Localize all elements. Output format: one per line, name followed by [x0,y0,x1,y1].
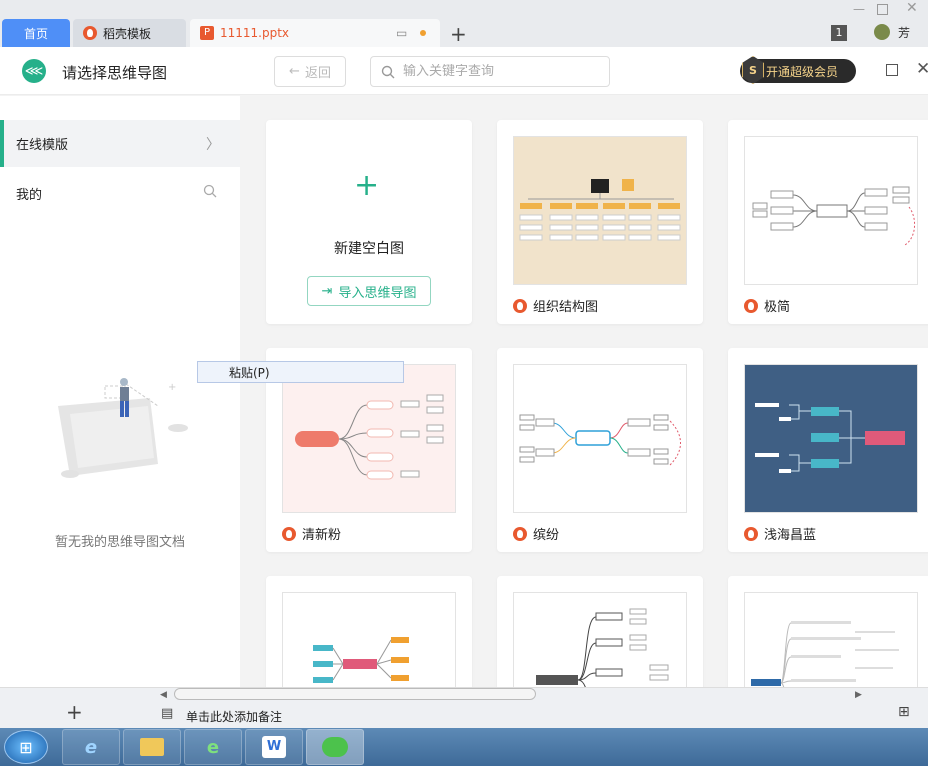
template-label: 清新粉 [302,528,342,543]
sidebar-item-mine[interactable]: 我的 [16,184,42,203]
scroll-left-icon[interactable]: ◀ [160,690,167,700]
avatar[interactable] [874,24,890,40]
window-close-icon[interactable]: ✕ [906,0,918,16]
template-thumbnail [744,136,918,285]
notes-icon: ▤ [161,706,174,721]
daoke-icon [513,526,527,541]
page-title: 请选择思维导图 [62,64,168,82]
tab-home[interactable]: 首页 [2,19,70,47]
import-mindmap-button[interactable]: ⇥ 导入思维导图 [307,276,431,306]
template-card-colorful[interactable]: 缤纷 [497,348,703,552]
mindmap-logo-icon: ⋘ [22,59,46,83]
windows-start-button[interactable]: ⊞ [4,730,48,764]
dialog-close-icon[interactable]: ✕ [916,59,928,79]
os-taskbar: ⊞ e e W [0,728,928,766]
empty-state-text: 暂无我的思维导图文档 [54,535,185,550]
template-card-row3-2[interactable] [497,576,703,687]
wechat-icon[interactable] [306,729,364,765]
dialog-header: ⋘ 请选择思维导图 ← 返回 开通超级会员 S ✕ [0,47,928,95]
tab-daoke-templates[interactable]: 稻壳模板 [73,19,186,47]
search-input[interactable] [403,64,593,79]
template-thumbnail [744,364,918,513]
monitor-icon: ▭ [396,26,408,40]
paste-menu-item[interactable]: 粘贴(P) [197,361,404,383]
add-slide-button[interactable]: + [66,700,83,724]
template-card-row3-1[interactable] [266,576,472,687]
empty-state-illustration: + [58,378,188,478]
badge-number: 1 [831,25,847,41]
sidebar-item-online-templates[interactable]: 在线模版 〉 [0,120,240,167]
template-grid: + 新建空白图 ⇥ 导入思维导图 组织结构图 极简 清新粉 缤纷 浅海昌蓝 [240,96,928,687]
tab-pptx-document[interactable]: P 11111.pptx ▭ [190,19,440,47]
search-box[interactable] [370,56,610,87]
plus-icon: + [354,168,380,203]
template-label: 缤纷 [533,528,560,543]
tab-bar: 首页 稻壳模板 P 11111.pptx ▭ + — ✕ 1 芳 [0,0,928,47]
user-name: 芳 [898,26,911,40]
dialog-maximize-icon[interactable] [886,64,898,76]
minimize-icon[interactable]: — [853,2,865,16]
search-icon [381,65,395,78]
ie-icon[interactable]: e [62,729,120,765]
template-label: 浅海昌蓝 [764,528,817,543]
template-card-ocean-blue[interactable]: 浅海昌蓝 [728,348,928,552]
back-button[interactable]: ← 返回 [274,56,346,87]
template-card-minimal[interactable]: 极简 [728,120,928,324]
template-label: 组织结构图 [533,300,599,315]
ppt-icon: P [200,26,214,40]
new-blank-label: 新建空白图 [334,241,404,257]
template-thumbnail [744,592,918,687]
daoke-icon [282,526,296,541]
search-icon[interactable] [203,184,217,198]
daoke-icon [513,298,527,313]
template-thumbnail [513,592,687,687]
scroll-right-icon[interactable]: ▶ [855,690,862,700]
new-tab-button[interactable]: + [450,22,467,46]
daoke-icon [83,26,97,40]
notes-placeholder[interactable]: 单击此处添加备注 [186,708,282,725]
arrow-left-icon: ← [289,64,300,79]
template-thumbnail [513,364,687,513]
template-label: 极简 [764,300,791,315]
unsaved-dot-icon [420,30,426,36]
explorer-icon[interactable] [123,729,181,765]
import-icon: ⇥ [321,283,333,299]
template-card-org-chart[interactable]: 组织结构图 [497,120,703,324]
daoke-icon [744,526,758,541]
new-blank-card[interactable]: + 新建空白图 ⇥ 导入思维导图 [266,120,472,324]
template-thumbnail [282,592,456,687]
template-thumbnail [282,364,456,513]
template-thumbnail [513,136,687,285]
chevron-right-icon: 〉 [206,136,220,153]
horizontal-scrollbar[interactable] [174,688,536,700]
browser-icon[interactable]: e [184,729,242,765]
daoke-icon [744,298,758,313]
sidebar: 在线模版 〉 我的 + 暂无我的思维导图文档 [0,96,240,687]
editor-bottom-bar: + ◀ ▤ 单击此处添加备注 ▶ ⊞ [0,687,928,728]
svg-text:+: + [168,382,176,393]
maximize-icon[interactable] [877,4,888,15]
grid-view-icon[interactable]: ⊞ [898,704,910,720]
wps-icon[interactable]: W [245,729,303,765]
template-card-row3-3[interactable] [728,576,928,687]
